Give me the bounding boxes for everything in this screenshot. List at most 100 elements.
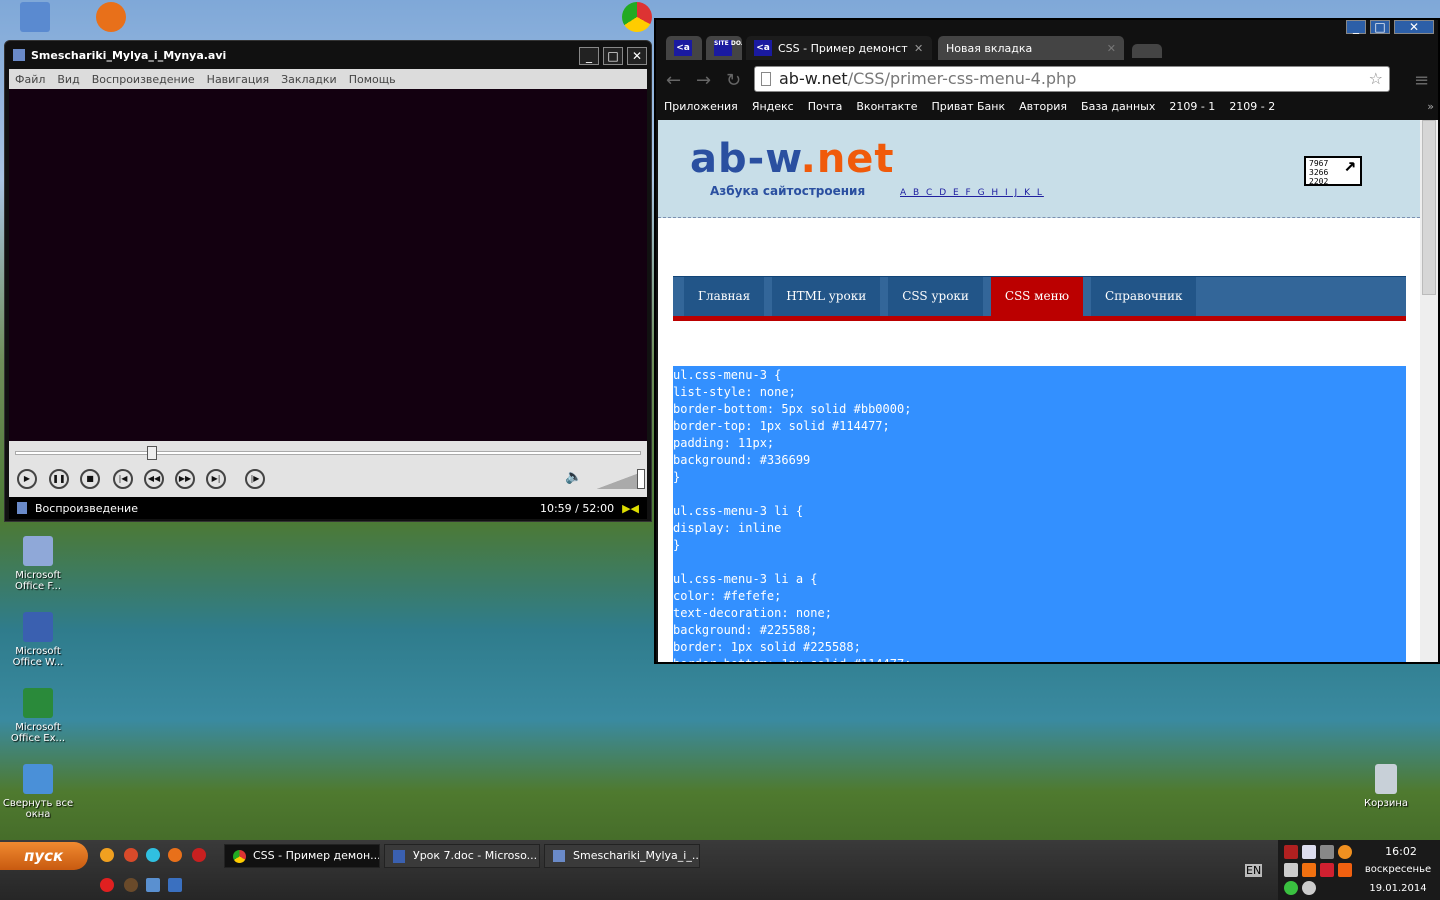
forward-button[interactable]: →	[696, 70, 711, 91]
disc-icon[interactable]	[1302, 881, 1316, 895]
opera-icon[interactable]	[100, 878, 114, 892]
bookmark-database[interactable]: База данных	[1081, 100, 1155, 113]
site-header: ab-w.net Азбука сайтостроения A B C D E …	[658, 120, 1420, 218]
menu-help[interactable]: Помощь	[349, 73, 396, 86]
visit-counter[interactable]: 7967 3266 2202 ↗	[1304, 154, 1362, 186]
bookmark-2109-1[interactable]: 2109 - 1	[1169, 100, 1215, 113]
menu-view[interactable]: Вид	[57, 73, 79, 86]
tools-icon[interactable]	[146, 878, 160, 892]
show-desktop-quick-icon[interactable]	[168, 878, 182, 892]
chrome-icon[interactable]	[622, 2, 652, 32]
menu-playback[interactable]: Воспроизведение	[92, 73, 195, 86]
close-button[interactable]: ✕	[627, 47, 647, 65]
bookmark-privatbank[interactable]: Приват Банк	[931, 100, 1005, 113]
frame-step-button[interactable]: |▶	[245, 469, 265, 489]
seek-bar[interactable]	[15, 446, 641, 460]
pause-button[interactable]: ❚❚	[49, 469, 69, 489]
tab-close-icon[interactable]: ✕	[914, 42, 923, 55]
computer-icon[interactable]	[20, 2, 50, 32]
player-titlebar[interactable]: Smeschariki_Mylya_i_Mynya.avi	[5, 41, 651, 69]
speaker-app-icon[interactable]	[124, 878, 138, 892]
menu-icon[interactable]: ≡	[1414, 70, 1429, 91]
tab-new-tab[interactable]: Новая вкладка ✕	[938, 36, 1124, 60]
excel-icon	[23, 688, 53, 718]
menu-link-css-menu[interactable]: CSS меню	[990, 277, 1084, 316]
menu-link-html[interactable]: HTML уроки	[772, 277, 881, 316]
pinned-tab-abw[interactable]: <a	[666, 36, 702, 60]
lav-audio-icon[interactable]	[1284, 845, 1298, 859]
tab-close-icon[interactable]: ✕	[1107, 42, 1116, 55]
menu-link-home[interactable]: Главная	[684, 277, 765, 316]
time-display: 10:59 / 52:00	[539, 501, 615, 515]
burner-icon[interactable]	[192, 848, 206, 862]
back-button[interactable]: ←	[666, 70, 681, 91]
menu-navigation[interactable]: Навигация	[207, 73, 269, 86]
desktop-icon-word[interactable]: Microsoft Office W...	[0, 612, 76, 668]
desktop-icon-excel[interactable]: Microsoft Office Ex...	[0, 688, 76, 744]
browser-close-button[interactable]: ✕	[1394, 20, 1434, 34]
orange-app-icon[interactable]	[1338, 845, 1352, 859]
bookmarks-overflow-icon[interactable]: »	[1427, 100, 1434, 113]
notes-icon[interactable]	[1338, 863, 1352, 877]
scrollbar-thumb[interactable]	[1422, 120, 1436, 295]
pinned-tab-sitedoru[interactable]: SITE DO.RU	[706, 36, 742, 60]
tab-css-example[interactable]: <aCSS - Пример демонстрир✕	[746, 36, 932, 60]
bookmark-yandex[interactable]: Яндекс	[752, 100, 794, 113]
video-area[interactable]	[9, 89, 647, 441]
previous-button[interactable]: |◀	[113, 469, 133, 489]
browser-minimize-button[interactable]: _	[1346, 20, 1366, 34]
bookmark-mail[interactable]: Почта	[808, 100, 843, 113]
start-button[interactable]: пуск	[0, 842, 88, 870]
new-tab-button[interactable]	[1132, 44, 1162, 58]
address-bar[interactable]: ab-w.net/CSS/primer-css-menu-4.php ☆	[754, 66, 1390, 92]
bookmark-star-icon[interactable]: ☆	[1369, 67, 1383, 91]
shield-icon[interactable]	[1320, 863, 1334, 877]
bookmark-vk[interactable]: Вконтакте	[856, 100, 917, 113]
chrome-icon	[233, 850, 246, 863]
reload-button[interactable]: ↻	[726, 70, 741, 91]
volume-handle[interactable]	[637, 469, 645, 489]
firefox-icon[interactable]	[96, 2, 126, 32]
volume-tray-icon[interactable]	[1284, 863, 1298, 877]
menu-bookmarks[interactable]: Закладки	[281, 73, 337, 86]
network-icon[interactable]	[1320, 845, 1334, 859]
desktop-icon-recycle-bin[interactable]: Корзина	[1348, 764, 1424, 809]
play-button[interactable]: ▶	[17, 469, 37, 489]
taskbar-item-chrome[interactable]: CSS - Пример демон...	[224, 844, 380, 868]
desktop-icon-office-f[interactable]: Microsoft Office F...	[0, 536, 76, 592]
code-block-selected[interactable]: ul.css-menu-3 { list-style: none; border…	[673, 366, 1406, 662]
page-scrollbar[interactable]	[1420, 120, 1438, 662]
browser-maximize-button[interactable]: □	[1370, 20, 1390, 34]
menu-link-reference[interactable]: Справочник	[1091, 277, 1197, 316]
stop-button[interactable]: ■	[80, 469, 100, 489]
menu-file[interactable]: Файл	[15, 73, 45, 86]
next-button[interactable]: ▶|	[206, 469, 226, 489]
lav-video-icon[interactable]	[1302, 845, 1316, 859]
gear-green-icon[interactable]	[1284, 881, 1298, 895]
bookmark-apps[interactable]: Приложения	[664, 100, 738, 113]
menu-link-css[interactable]: CSS уроки	[888, 277, 983, 316]
clock-time[interactable]: 16:02	[1366, 845, 1436, 858]
minimize-button[interactable]: _	[579, 47, 599, 65]
ccleaner-icon[interactable]	[124, 848, 138, 862]
bookmark-autoria[interactable]: Автория	[1019, 100, 1067, 113]
fast-forward-button[interactable]: ▶▶	[175, 469, 195, 489]
aimp-icon[interactable]	[100, 848, 114, 862]
desktop-icon-show-desktop[interactable]: Свернуть все окна	[0, 764, 76, 820]
snowflake-icon[interactable]	[146, 848, 160, 862]
volume-slider[interactable]	[597, 469, 645, 489]
taskbar-item-player[interactable]: Smeschariki_Mylya_i_...	[544, 844, 700, 868]
volume-icon[interactable]: 🔈	[565, 469, 582, 485]
taskbar-item-word[interactable]: Урок 7.doc - Microso...	[384, 844, 540, 868]
player-app-icon	[13, 49, 25, 61]
rewind-button[interactable]: ◀◀	[144, 469, 164, 489]
alphabet-links[interactable]: A B C D E F G H I J K L	[900, 188, 1044, 198]
firefox-quicklaunch-icon[interactable]	[168, 848, 182, 862]
bookmark-2109-2[interactable]: 2109 - 2	[1229, 100, 1275, 113]
recycle-bin-icon	[1375, 764, 1397, 794]
maximize-button[interactable]: □	[603, 47, 623, 65]
app-tray-icon[interactable]	[1302, 863, 1316, 877]
seek-handle[interactable]	[147, 446, 158, 460]
language-indicator[interactable]: EN	[1245, 864, 1263, 877]
site-logo[interactable]: ab-w.net	[690, 136, 895, 182]
